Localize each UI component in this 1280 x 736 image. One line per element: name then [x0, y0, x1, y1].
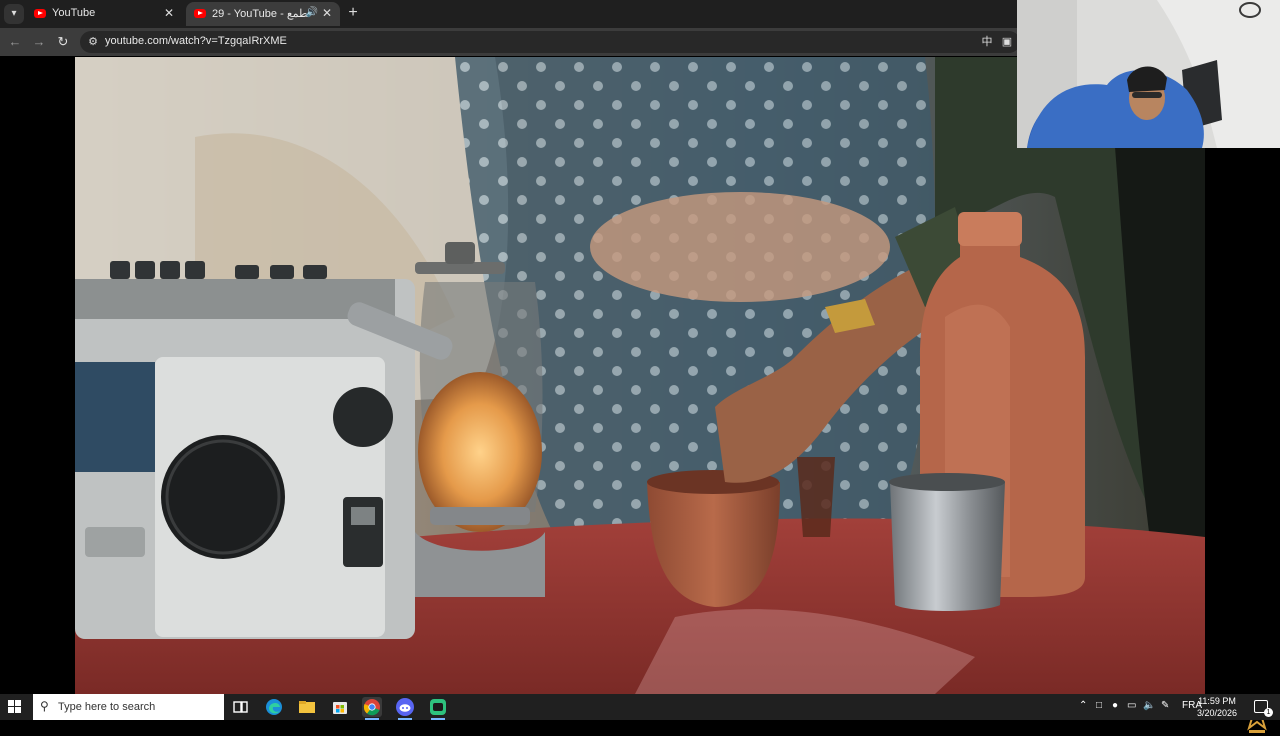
file-explorer-icon[interactable] [297, 697, 317, 717]
discord-icon[interactable] [395, 697, 415, 720]
forward-button[interactable]: → [30, 33, 48, 51]
tab-title: 29 - YouTube - عش الطمع [212, 8, 312, 20]
clock-time: 11:59 PM [1198, 696, 1236, 706]
notification-center-icon[interactable] [1254, 700, 1273, 717]
microphone-icon[interactable]: ● [1112, 700, 1118, 711]
tab-search-button[interactable]: ▾ [4, 4, 24, 24]
search-icon: ⚲ [40, 699, 49, 713]
network-icon[interactable]: ▭ [1127, 700, 1136, 711]
taskbar: ⚲ Type here to search ⌃ □ ● ▭ 🔈 ✎ FRA 11… [0, 694, 1280, 720]
taskbar-search[interactable]: ⚲ Type here to search [33, 694, 224, 720]
search-placeholder[interactable]: Type here to search [58, 701, 155, 713]
chrome-icon[interactable] [362, 697, 382, 720]
tab-video-active[interactable]: 29 - YouTube - عش الطمع 🔊 ✕ [186, 2, 340, 26]
address-bar[interactable]: ⚙ youtube.com/watch?v=TzgqaIRrXME 中 ▣ [80, 31, 1020, 53]
url-text[interactable]: youtube.com/watch?v=TzgqaIRrXME [105, 35, 287, 47]
edge-icon[interactable] [264, 697, 284, 717]
speaker-icon[interactable]: 🔊 [306, 7, 318, 18]
tab-title: YouTube [52, 7, 96, 19]
translate-icon[interactable]: 中 [980, 35, 994, 49]
obs-icon[interactable] [428, 697, 448, 720]
tab-youtube[interactable]: YouTube ✕ [26, 2, 182, 26]
volume-icon[interactable]: 🔈 [1143, 700, 1155, 711]
video-still [75, 57, 1205, 694]
site-info-icon[interactable]: ⚙ [86, 35, 100, 49]
pen-icon[interactable]: ✎ [1161, 700, 1169, 711]
youtube-icon [34, 9, 46, 18]
video-player[interactable] [0, 57, 1280, 733]
new-tab-button[interactable]: + [344, 4, 362, 22]
windows-start-icon[interactable] [8, 700, 22, 714]
task-view-icon[interactable] [230, 697, 250, 717]
show-hidden-icons-icon[interactable]: ⌃ [1079, 700, 1087, 711]
store-icon[interactable] [330, 697, 350, 717]
webcam-overlay [1017, 0, 1280, 148]
close-tab-icon[interactable]: ✕ [320, 6, 334, 20]
close-tab-icon[interactable]: ✕ [162, 6, 176, 20]
reload-button[interactable]: ↻ [54, 33, 72, 51]
cast-icon[interactable]: ▣ [1000, 35, 1014, 49]
device-icon[interactable]: □ [1096, 700, 1102, 711]
clock-date: 3/20/2026 [1196, 708, 1238, 718]
back-button[interactable]: ← [6, 33, 24, 51]
clock[interactable]: 11:59 PM 3/20/2026 [1192, 695, 1242, 719]
webcam-image [1017, 0, 1280, 148]
video-frame[interactable] [75, 57, 1205, 694]
youtube-icon [194, 9, 206, 18]
